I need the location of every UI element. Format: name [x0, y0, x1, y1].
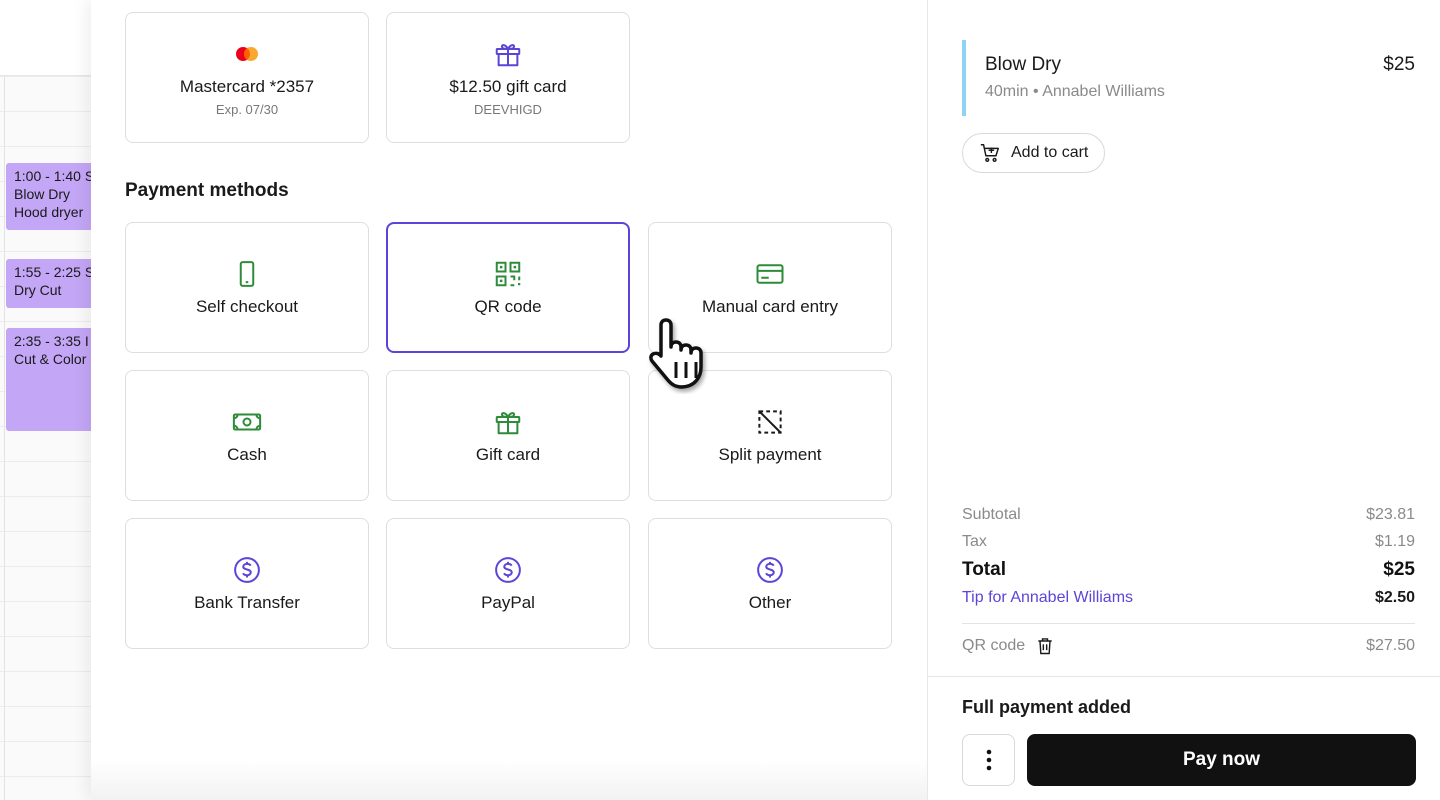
added-payment-amount: $27.50: [1366, 637, 1415, 654]
pay-now-button[interactable]: Pay now: [1027, 734, 1416, 786]
qr-code-icon: [493, 259, 523, 289]
add-to-cart-button[interactable]: Add to cart: [962, 133, 1106, 173]
tip-link[interactable]: Tip for Annabel Williams: [962, 589, 1133, 607]
method-gift-card[interactable]: Gift card: [386, 370, 630, 501]
added-payment-method: QR code: [962, 637, 1026, 654]
calendar-divider: [4, 76, 5, 800]
card-icon: [755, 259, 785, 289]
tip-value: $2.50: [1374, 589, 1415, 606]
service-name: Blow Dry: [985, 54, 1062, 75]
calendar-event[interactable]: 2:35 - 3:35 I Cut & Color: [6, 328, 92, 431]
saved-gift-card-code: DEEVHIGD: [474, 101, 542, 117]
calendar-background: 1:00 - 1:40 S Blow Dry Hood dryer 1:55 -…: [0, 0, 92, 800]
method-qr-code[interactable]: QR code: [386, 222, 630, 353]
method-label: QR code: [474, 296, 542, 316]
calendar-event[interactable]: 1:00 - 1:40 S Blow Dry Hood dryer: [6, 163, 92, 230]
method-label: Split payment: [718, 444, 822, 464]
method-self-checkout[interactable]: Self checkout: [125, 222, 369, 353]
saved-card-mastercard[interactable]: Mastercard *2357 Exp. 07/30: [125, 12, 369, 143]
summary-divider: [962, 623, 1415, 624]
service-price: $25: [1383, 54, 1415, 75]
method-paypal[interactable]: PayPal: [386, 518, 630, 649]
saved-card-expiry: Exp. 07/30: [215, 101, 279, 117]
tip-row: Tip for Annabel Williams $2.50: [962, 589, 1415, 607]
more-options-button[interactable]: [962, 734, 1015, 786]
calendar-event[interactable]: 1:55 - 2:25 S Dry Cut: [6, 259, 92, 308]
payment-panel: Mastercard *2357 Exp. 07/30 $12.50 gift …: [91, 0, 927, 800]
gift-icon: [493, 39, 523, 69]
saved-card-label: Mastercard *2357: [179, 76, 315, 96]
panel-bottom-fade: [91, 760, 927, 800]
subtotal-value: $23.81: [1366, 506, 1415, 523]
saved-gift-card-label: $12.50 gift card: [449, 76, 567, 96]
subtotal-row: Subtotal $23.81: [962, 506, 1415, 524]
gift-icon: [493, 407, 523, 437]
event-time: 1:55 - 2:25 S: [14, 264, 92, 280]
method-label: Cash: [227, 444, 267, 464]
total-label: Total: [962, 559, 1006, 580]
method-bank-transfer[interactable]: Bank Transfer: [125, 518, 369, 649]
dollar-icon: [232, 555, 262, 585]
cart-service-item[interactable]: Blow Dry 40min • Annabel Williams $25: [962, 40, 1415, 116]
phone-icon: [232, 259, 262, 289]
method-label: Gift card: [475, 444, 541, 464]
method-label: PayPal: [481, 592, 535, 612]
method-label: Other: [748, 592, 792, 612]
total-row: Total $25: [962, 559, 1415, 581]
mastercard-icon: [232, 39, 262, 69]
subtotal-label: Subtotal: [962, 506, 1021, 523]
cart-panel: Blow Dry 40min • Annabel Williams $25 Ad…: [927, 0, 1440, 800]
saved-gift-card[interactable]: $12.50 gift card DEEVHIGD: [386, 12, 630, 143]
tax-row: Tax $1.19: [962, 533, 1415, 551]
event-time: 1:00 - 1:40 S: [14, 168, 92, 184]
add-to-cart-label: Add to cart: [1011, 144, 1089, 161]
split-icon: [755, 407, 785, 437]
event-service: Blow Dry: [14, 186, 71, 202]
total-value: $25: [1383, 559, 1415, 580]
cash-icon: [232, 407, 262, 437]
added-payment-row: QR code $27.50: [962, 636, 1415, 656]
event-time: 2:35 - 3:35 I: [14, 333, 89, 349]
method-label: Bank Transfer: [194, 592, 300, 612]
event-service: Dry Cut: [14, 282, 62, 298]
dollar-icon: [755, 555, 785, 585]
cart-plus-icon: [979, 142, 1001, 164]
payment-methods-title: Payment methods: [125, 180, 289, 201]
event-resource: Hood dryer: [14, 204, 84, 220]
hand-cursor-icon: [643, 312, 723, 399]
tax-label: Tax: [962, 533, 987, 550]
more-vertical-icon: [986, 749, 992, 771]
dollar-icon: [493, 555, 523, 585]
trash-icon[interactable]: [1035, 636, 1055, 656]
payment-status: Full payment added: [962, 697, 1132, 717]
method-label: Self checkout: [195, 296, 299, 316]
method-other[interactable]: Other: [648, 518, 892, 649]
service-meta: 40min • Annabel Williams: [985, 83, 1165, 100]
calendar-topbar: [0, 0, 92, 76]
checkout-footer: Full payment added Pay now: [928, 676, 1440, 800]
method-cash[interactable]: Cash: [125, 370, 369, 501]
tax-value: $1.19: [1374, 533, 1415, 550]
event-service: Cut & Color: [14, 351, 87, 367]
